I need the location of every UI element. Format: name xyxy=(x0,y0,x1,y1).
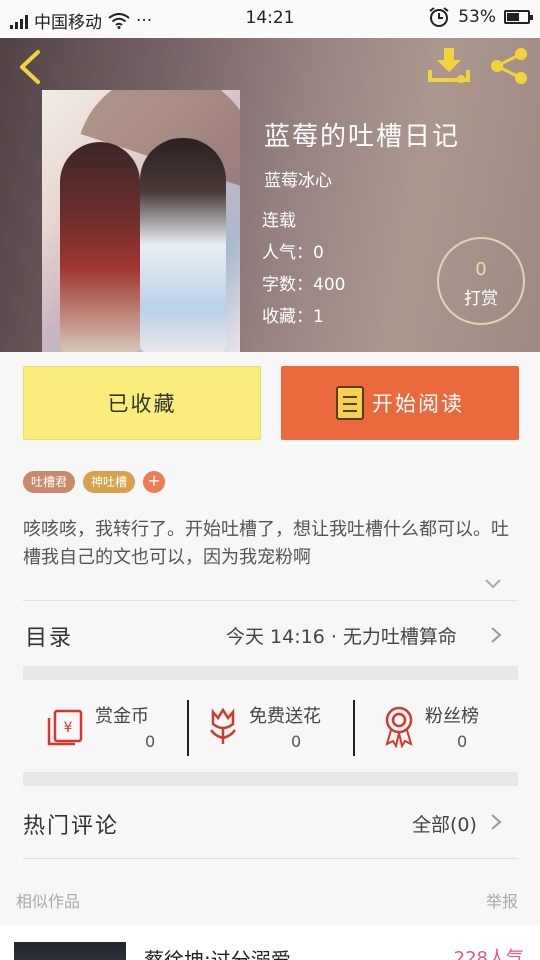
similar-work-cover xyxy=(14,942,126,960)
share-icon[interactable] xyxy=(488,46,530,86)
back-arrow-icon[interactable] xyxy=(14,48,48,86)
section-gap xyxy=(23,666,518,680)
similar-work-title: 蔡徐坤:过分溺爱 xyxy=(144,948,291,960)
cover-illustration-figure xyxy=(140,138,226,352)
book-status: 连载 xyxy=(262,211,296,231)
divider xyxy=(187,700,189,756)
chevron-right-icon xyxy=(491,814,502,830)
tip-label: 打赏 xyxy=(464,289,498,309)
fan-ranking-stat[interactable]: 粉丝榜 0 xyxy=(379,694,518,764)
flower-icon xyxy=(209,707,237,744)
section-gap xyxy=(23,772,518,786)
battery-percent: 53% xyxy=(458,7,496,27)
all-comments-link[interactable]: 全部(0) xyxy=(412,810,477,837)
toc-latest-chapter: 今天 14:16 · 无力吐槽算命 xyxy=(226,626,457,648)
tag-chip[interactable]: 吐槽君 xyxy=(23,471,76,493)
cover-illustration-figure xyxy=(60,142,140,352)
download-icon[interactable] xyxy=(428,46,470,84)
book-description: 咳咳咳，我转行了。开始吐槽了，想让我吐槽什么都可以。吐槽我自己的文也可以，因为我… xyxy=(23,519,509,568)
similar-work-popularity: 228人气 xyxy=(453,948,524,960)
chevron-right-icon xyxy=(491,627,502,643)
book-author[interactable]: 蓝莓冰心 xyxy=(264,166,332,191)
book-icon xyxy=(336,386,364,420)
stat-label: 免费送花 xyxy=(249,706,321,727)
report-link[interactable]: 举报 xyxy=(486,888,518,912)
similar-work-item[interactable]: 蔡徐坤:过分溺爱 228人气 xyxy=(0,926,540,960)
status-bar: 中国移动 ··· 14:21 53% xyxy=(0,0,540,38)
favorited-button[interactable]: 已收藏 xyxy=(23,366,261,440)
tip-count: 0 xyxy=(475,259,487,280)
medal-icon xyxy=(385,706,413,748)
book-favorites: 收藏：1 xyxy=(262,307,324,327)
book-word-count: 字数：400 xyxy=(262,275,346,295)
tag-chip[interactable]: 神吐槽 xyxy=(83,471,136,493)
favorited-label: 已收藏 xyxy=(107,392,177,416)
svg-text:¥: ¥ xyxy=(64,720,73,736)
coin-reward-stat[interactable]: ¥ 赏金币 0 xyxy=(45,694,185,764)
red-envelope-icon: ¥ xyxy=(47,709,83,746)
book-title: 蓝莓的吐槽日记 xyxy=(264,122,461,152)
free-flower-stat[interactable]: 免费送花 0 xyxy=(205,694,355,764)
book-cover[interactable] xyxy=(42,90,240,352)
book-popularity: 人气：0 xyxy=(262,243,324,263)
tip-button[interactable]: 0 打赏 xyxy=(437,237,525,325)
battery-icon xyxy=(504,10,533,24)
alarm-icon xyxy=(429,7,449,27)
start-reading-label: 开始阅读 xyxy=(372,392,464,416)
divider xyxy=(353,700,355,756)
stat-value: 0 xyxy=(145,732,156,751)
divider xyxy=(23,858,518,859)
reward-stats: ¥ 赏金币 0 免费送花 0 粉丝榜 0 xyxy=(23,694,518,764)
similar-works-label: 相似作品 xyxy=(16,892,81,911)
stat-label: 赏金币 xyxy=(95,706,149,727)
start-reading-button[interactable]: 开始阅读 xyxy=(281,366,519,440)
status-right: 53% xyxy=(428,6,533,28)
chevron-down-icon[interactable] xyxy=(484,574,502,592)
stat-value: 0 xyxy=(291,732,302,751)
toc-label: 目录 xyxy=(25,626,74,651)
stat-label: 粉丝榜 xyxy=(425,706,479,727)
stat-value: 0 xyxy=(457,732,468,751)
add-tag-button[interactable]: + xyxy=(143,471,166,493)
tag-list: 吐槽君 神吐槽 + xyxy=(23,471,166,493)
divider xyxy=(23,600,518,601)
hot-comments-label: 热门评论 xyxy=(23,814,120,839)
